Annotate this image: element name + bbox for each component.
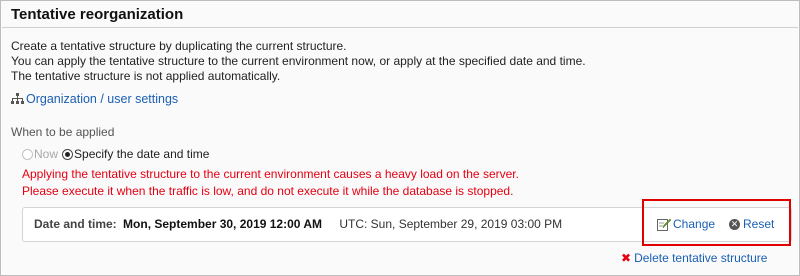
radio-specify-date-time-label[interactable]: Specify the date and time <box>74 147 209 161</box>
apply-timing-radio-group: Now Specify the date and time <box>22 147 209 161</box>
delete-tentative-structure-label: Delete tentative structure <box>634 251 768 265</box>
warning-line-1: Applying the tentative structure to the … <box>22 167 519 181</box>
radio-now-label: Now <box>34 147 59 161</box>
schedule-value: Mon, September 30, 2019 12:00 AM <box>123 217 322 231</box>
page-title: Tentative reorganization <box>11 6 184 23</box>
org-user-settings-label: Organization / user settings <box>26 92 179 106</box>
schedule-utc: UTC: Sun, September 29, 2019 03:00 PM <box>339 217 563 231</box>
title-divider <box>2 27 798 28</box>
description-line-3: The tentative structure is not applied a… <box>11 69 281 83</box>
schedule-label: Date and time: <box>34 217 117 231</box>
when-to-apply-label: When to be applied <box>11 125 115 139</box>
description-line-2: You can apply the tentative structure to… <box>11 54 586 68</box>
actions-highlight-box <box>642 199 791 246</box>
schedule-text: Date and time: Mon, September 30, 2019 1… <box>34 217 562 231</box>
delete-x-icon: ✖ <box>621 251 632 265</box>
radio-specify-date-time[interactable] <box>62 148 74 160</box>
description-line-1: Create a tentative structure by duplicat… <box>11 39 347 53</box>
org-user-settings-link[interactable]: Organization / user settings <box>11 92 178 106</box>
tentative-reorganization-panel: Tentative reorganization Create a tentat… <box>0 0 800 276</box>
org-chart-icon <box>11 93 24 104</box>
warning-line-2: Please execute it when the traffic is lo… <box>22 184 514 198</box>
radio-now <box>22 148 33 160</box>
delete-tentative-structure-link[interactable]: ✖ Delete tentative structure <box>621 251 767 265</box>
